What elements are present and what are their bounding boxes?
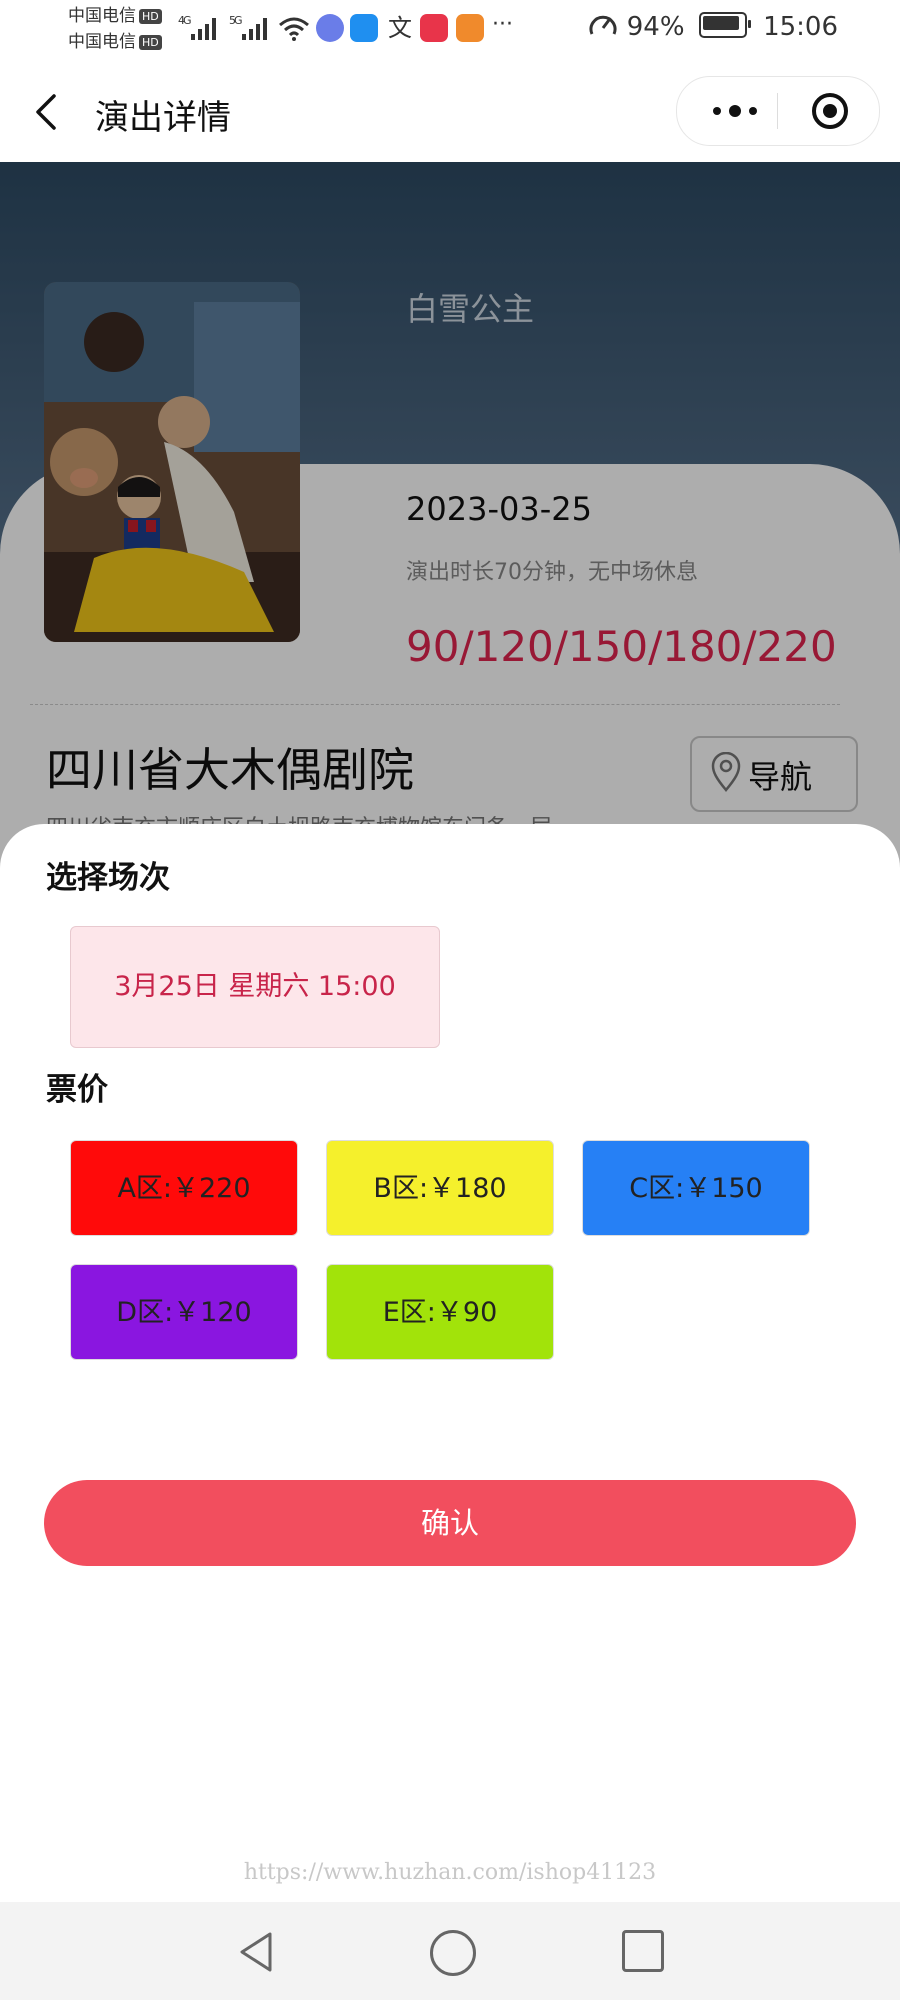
ticket-selection-sheet: 选择场次 3月25日 星期六 15:00 票价 A区:￥220 B区:￥180 …	[0, 824, 900, 1902]
battery-icon	[698, 12, 751, 38]
page-title: 演出详情	[95, 98, 231, 138]
network-5g-label: 5G	[229, 14, 242, 27]
nav-bar: 演出详情	[0, 62, 900, 162]
carrier-1-text: 中国电信	[68, 6, 136, 26]
watermark-text: https://www.huzhan.com/ishop41123	[243, 1860, 657, 1885]
clock: 15:06	[763, 12, 838, 42]
translate-app-icon: 文	[388, 14, 412, 42]
close-miniprogram-icon[interactable]	[810, 91, 850, 131]
network-4g-label: 4G	[178, 14, 191, 27]
price-option-c[interactable]: C区:￥150	[582, 1140, 810, 1236]
system-recent-apps-icon[interactable]	[622, 1930, 664, 1972]
status-bar: 中国电信 HD 中国电信 HD 4G 5G 文 ··· 94% 15:06	[0, 0, 900, 62]
capsule-divider	[777, 93, 778, 129]
video-app-icon	[456, 14, 484, 42]
back-arrow-icon[interactable]	[30, 90, 70, 134]
price-option-d[interactable]: D区:￥120	[70, 1264, 298, 1360]
status-right-group: 94% 15:06	[588, 12, 838, 42]
music-app-icon	[316, 14, 344, 42]
system-back-icon[interactable]	[234, 1928, 278, 1976]
session-option[interactable]: 3月25日 星期六 15:00	[70, 926, 440, 1048]
carrier-label-2: 中国电信 HD	[68, 32, 162, 52]
battery-percent: 94%	[626, 12, 685, 42]
weather-app-icon	[350, 14, 378, 42]
signal-icon-1	[191, 18, 216, 40]
carrier-2-text: 中国电信	[68, 32, 136, 52]
more-dots-icon[interactable]	[705, 94, 765, 128]
reader-app-icon	[420, 14, 448, 42]
confirm-button[interactable]: 确认	[44, 1480, 856, 1566]
miniprogram-capsule	[676, 76, 880, 146]
carrier-label-1: 中国电信 HD	[68, 6, 162, 26]
session-section-title: 选择场次	[46, 860, 170, 896]
speed-icon	[589, 15, 617, 35]
hd-badge-2: HD	[139, 35, 162, 50]
price-option-b[interactable]: B区:￥180	[326, 1140, 554, 1236]
system-home-icon[interactable]	[430, 1930, 476, 1976]
signal-icon-2	[242, 18, 267, 40]
price-section-title: 票价	[46, 1072, 108, 1108]
hd-badge-1: HD	[139, 9, 162, 24]
price-option-e[interactable]: E区:￥90	[326, 1264, 554, 1360]
wifi-icon	[279, 17, 309, 41]
more-notifications-indicator: ···	[492, 12, 513, 37]
price-option-a[interactable]: A区:￥220	[70, 1140, 298, 1236]
system-nav-bar	[0, 1902, 900, 2000]
